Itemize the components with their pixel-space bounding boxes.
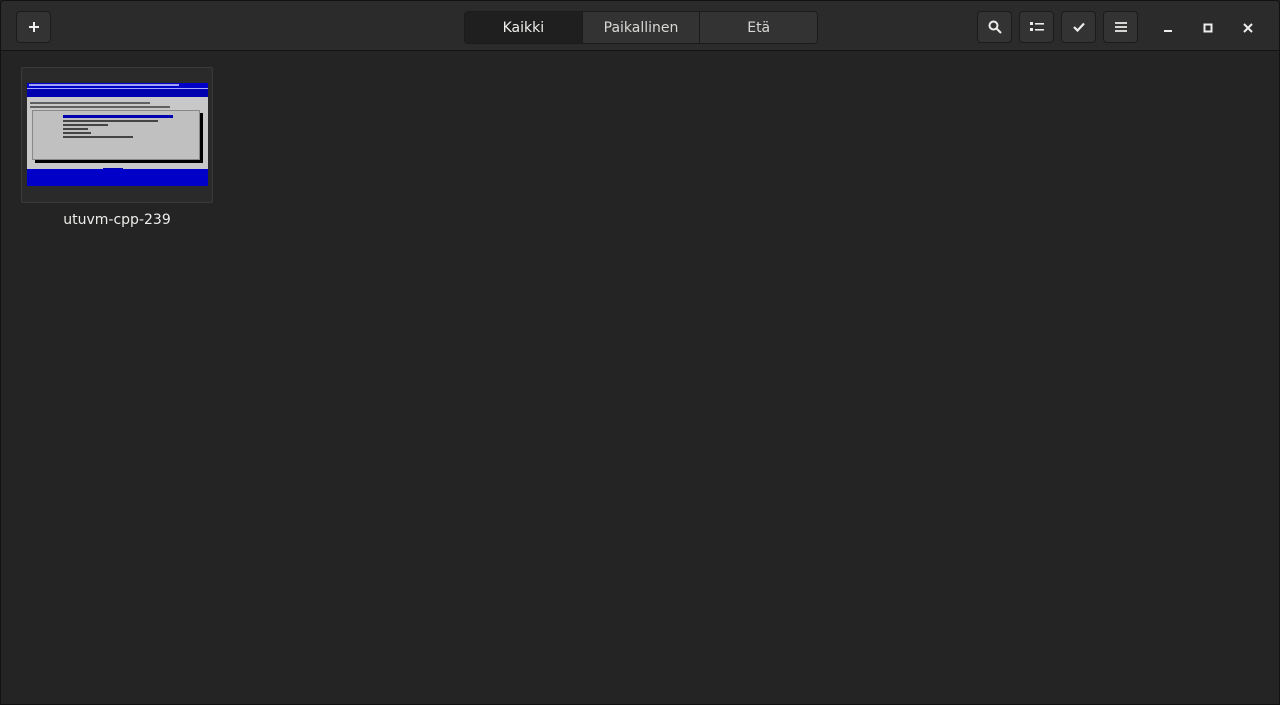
collection-view: utuvm-cpp-239 (1, 52, 1279, 704)
machine-name[interactable]: utuvm-cpp-239 (21, 212, 213, 228)
headerbar: Kaikki Paikallinen Etä (1, 1, 1279, 51)
selection-mode-button[interactable] (1061, 11, 1096, 43)
vm-screen-thumbnail (27, 83, 208, 186)
minimize-icon (1163, 18, 1173, 37)
main-menu-button[interactable] (1103, 11, 1138, 43)
close-icon (1243, 18, 1253, 37)
maximize-icon (1203, 18, 1213, 37)
view-list-button[interactable] (1019, 11, 1054, 43)
maximize-button[interactable] (1192, 11, 1224, 43)
machine-tile[interactable] (21, 67, 213, 203)
close-button[interactable] (1232, 11, 1264, 43)
view-list-icon (1029, 21, 1044, 33)
menu-icon (1114, 22, 1127, 32)
view-switcher: Kaikki Paikallinen Etä (464, 11, 818, 44)
plus-icon (28, 21, 40, 33)
tab-remote[interactable]: Etä (700, 12, 817, 43)
boxes-window: Kaikki Paikallinen Etä utuvm-cpp-239 (0, 0, 1280, 705)
minimize-button[interactable] (1152, 11, 1184, 43)
tab-all[interactable]: Kaikki (465, 12, 583, 43)
search-icon (988, 20, 1002, 34)
tab-local[interactable]: Paikallinen (582, 12, 701, 43)
select-check-icon (1072, 22, 1085, 32)
search-button[interactable] (977, 11, 1012, 43)
new-machine-button[interactable] (16, 11, 51, 43)
